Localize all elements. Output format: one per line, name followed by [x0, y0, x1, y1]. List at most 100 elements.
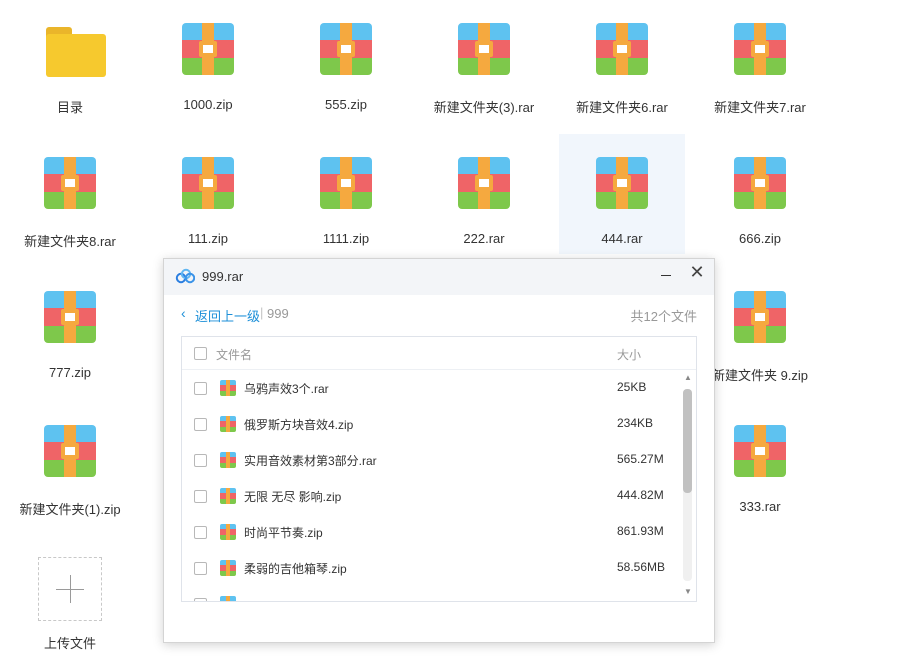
select-all-checkbox[interactable]: [194, 347, 207, 360]
item-label: 新建文件夹7.rar: [714, 100, 806, 115]
archive-icon: [44, 291, 96, 343]
archive-item[interactable]: 1000.zip: [145, 0, 271, 120]
close-button[interactable]: ✕: [686, 261, 708, 283]
file-row[interactable]: 无限 无尽 影响.zip 444.82M: [182, 478, 682, 514]
archive-icon: [220, 596, 236, 601]
archive-icon: [320, 23, 372, 75]
archive-icon: [734, 291, 786, 343]
file-row-partial[interactable]: [182, 586, 682, 601]
archive-icon: [734, 23, 786, 75]
item-label: 新建文件夹8.rar: [24, 234, 116, 249]
folder-item[interactable]: 目录: [7, 0, 133, 120]
item-label: 666.zip: [739, 231, 781, 246]
file-row[interactable]: 乌鸦声效3个.rar 25KB: [182, 370, 682, 406]
item-label: 目录: [56, 100, 83, 115]
chevron-left-icon[interactable]: ‹: [181, 305, 186, 321]
column-header-size: 大小: [617, 348, 642, 362]
archive-icon: [734, 157, 786, 209]
archive-icon: [220, 560, 236, 576]
file-name: 时尚平节奏.zip: [244, 526, 323, 540]
dialog-titlebar[interactable]: 999.rar ✕: [164, 259, 714, 295]
row-checkbox[interactable]: [194, 526, 207, 539]
row-checkbox[interactable]: [194, 490, 207, 503]
archive-icon: [458, 157, 510, 209]
file-name: 柔弱的吉他箱琴.zip: [244, 562, 347, 576]
item-label: 777.zip: [49, 365, 91, 380]
file-row[interactable]: 柔弱的吉他箱琴.zip 58.56MB: [182, 550, 682, 586]
archive-item[interactable]: 新建文件夹6.rar: [559, 0, 685, 120]
breadcrumb: 999: [267, 306, 289, 321]
archive-icon: [44, 425, 96, 477]
upload-button[interactable]: [38, 557, 102, 621]
archive-item[interactable]: 新建文件夹(1).zip: [7, 402, 133, 522]
item-label: 1000.zip: [183, 97, 233, 112]
archive-icon: [220, 380, 236, 396]
folder-icon: [44, 23, 106, 77]
archive-item[interactable]: 444.rar: [559, 134, 685, 254]
item-label: 新建文件夹(3).rar: [433, 100, 535, 115]
item-label: 1111.zip: [322, 231, 370, 246]
file-size: 58.56MB: [617, 560, 666, 574]
archive-item[interactable]: 111.zip: [145, 134, 271, 254]
item-label: 新建文件夹6.rar: [576, 100, 668, 115]
archive-item[interactable]: 新建文件夹8.rar: [7, 134, 133, 254]
row-checkbox[interactable]: [194, 454, 207, 467]
close-icon: ✕: [689, 262, 705, 282]
archive-icon: [596, 157, 648, 209]
archive-item[interactable]: 333.rar: [697, 402, 823, 522]
scrollbar-thumb[interactable]: [683, 389, 692, 493]
file-name: 无限 无尽 影响.zip: [244, 490, 342, 504]
item-label: 444.rar: [601, 231, 643, 246]
archive-icon: [220, 524, 236, 540]
dialog-title: 999.rar: [202, 269, 244, 284]
archive-icon: [220, 488, 236, 504]
scroll-down-icon[interactable]: ▼: [684, 587, 692, 596]
plus-icon: [70, 575, 71, 603]
file-list: 文件名 大小 乌鸦声效3个.rar 25KB 俄罗斯方块音效4.zip 234KB 实用…: [181, 336, 697, 602]
archive-icon: [734, 425, 786, 477]
file-name: 实用音效素材第3部分.rar: [244, 454, 377, 468]
archive-icon: [44, 157, 96, 209]
column-header-name: 文件名: [216, 348, 253, 362]
file-count: 共12个文件: [630, 309, 697, 324]
minimize-button[interactable]: [656, 265, 676, 285]
item-label: 新建文件夹(1).zip: [19, 502, 121, 517]
archive-icon: [182, 157, 234, 209]
row-checkbox[interactable]: [194, 598, 207, 601]
file-name: 乌鸦声效3个.rar: [244, 382, 329, 396]
archive-item[interactable]: 555.zip: [283, 0, 409, 120]
archive-item[interactable]: 666.zip: [697, 134, 823, 254]
item-label: 222.rar: [463, 231, 505, 246]
row-checkbox[interactable]: [194, 382, 207, 395]
archive-item[interactable]: 777.zip: [7, 268, 133, 388]
row-checkbox[interactable]: [194, 418, 207, 431]
archive-icon: [596, 23, 648, 75]
file-size: 25KB: [617, 380, 647, 394]
archive-icon: [458, 23, 510, 75]
cloud-logo-icon: [175, 268, 196, 284]
file-row[interactable]: 实用音效素材第3部分.rar 565.27M: [182, 442, 682, 478]
archive-icon: [220, 452, 236, 468]
archive-preview-dialog: 999.rar ✕ ‹ 返回上一级 | 999 共12个文件 文件名 大小 乌鸦…: [163, 258, 715, 643]
back-button[interactable]: 返回上一级: [195, 306, 260, 325]
breadcrumb-separator: |: [260, 305, 264, 320]
file-row[interactable]: 时尚平节奏.zip 861.93M: [182, 514, 682, 550]
archive-item[interactable]: 222.rar: [421, 134, 547, 254]
archive-item[interactable]: 1111.zip: [283, 134, 409, 254]
archive-icon: [320, 157, 372, 209]
archive-item[interactable]: 新建文件夹(3).rar: [421, 0, 547, 120]
item-label: 111.zip: [188, 231, 228, 246]
scroll-up-icon[interactable]: ▲: [684, 373, 692, 382]
file-name: 俄罗斯方块音效4.zip: [244, 418, 354, 432]
minimize-icon: [661, 275, 671, 276]
row-checkbox[interactable]: [194, 562, 207, 575]
file-row[interactable]: 俄罗斯方块音效4.zip 234KB: [182, 406, 682, 442]
archive-item[interactable]: 新建文件夹 9.zip: [697, 268, 823, 388]
file-size: 234KB: [617, 416, 654, 430]
file-size: 444.82M: [617, 488, 664, 502]
upload-label: 上传文件: [43, 636, 96, 651]
file-size: 565.27M: [617, 452, 664, 466]
item-label: 555.zip: [325, 97, 367, 112]
archive-item[interactable]: 新建文件夹7.rar: [697, 0, 823, 120]
list-header: 文件名 大小: [182, 337, 696, 370]
